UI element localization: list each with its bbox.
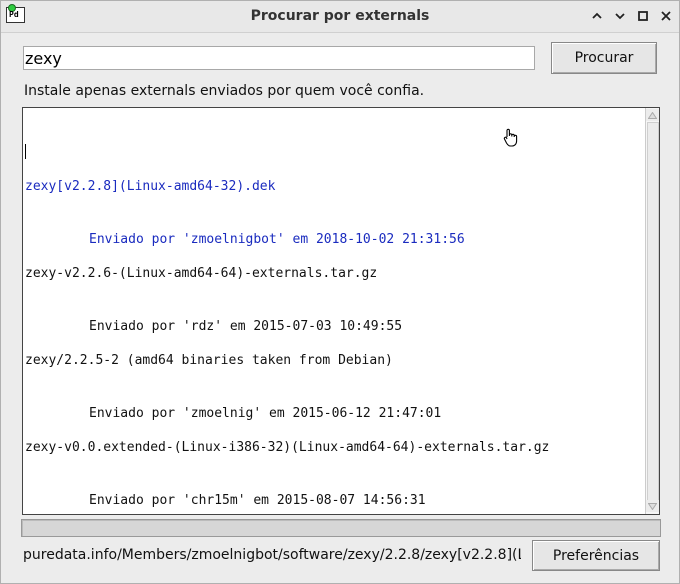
trust-warning-text: Instale apenas externals enviados por qu… (24, 83, 425, 99)
hand-cursor-icon (502, 128, 520, 148)
text-cursor (25, 144, 26, 159)
results-list[interactable]: zexy[v2.2.8](Linux-amd64-32).dek Enviado… (22, 107, 660, 515)
results-list-content: zexy[v2.2.8](Linux-amd64-32).dek Enviado… (25, 108, 643, 508)
results-scrollbar[interactable] (645, 108, 659, 514)
status-url: puredata.info/Members/zmoelnigbot/softwa… (23, 547, 521, 563)
scroll-thumb[interactable] (647, 122, 659, 502)
scroll-down-arrow-icon[interactable] (646, 500, 659, 512)
close-icon[interactable] (657, 7, 675, 25)
result-item[interactable]: zexy[v2.2.8](Linux-amd64-32).dek Enviado… (25, 143, 643, 247)
maximize-icon[interactable] (634, 7, 652, 25)
search-input[interactable] (23, 46, 535, 70)
window-title: Procurar por externals (250, 8, 430, 24)
download-progress-bar (21, 519, 661, 537)
external-search-window: Pd Procurar por externals Procurar Insta… (0, 0, 680, 584)
result-name: zexy/2.2.5-2 (amd64 binaries taken from … (25, 353, 393, 368)
preferences-button[interactable]: Preferências (532, 540, 660, 571)
chevron-up-icon[interactable] (588, 7, 606, 25)
result-name: zexy[v2.2.8](Linux-amd64-32).dek (25, 179, 276, 194)
chevron-down-icon[interactable] (611, 7, 629, 25)
scroll-up-arrow-icon[interactable] (646, 109, 659, 121)
result-name: zexy-v2.2.6-(Linux-amd64-64)-externals.t… (25, 266, 378, 281)
title-bar[interactable]: Pd Procurar por externals (1, 1, 679, 33)
search-button[interactable]: Procurar (551, 42, 657, 74)
result-name: zexy-v0.0.extended-(Linux-i386-32)(Linux… (25, 440, 550, 455)
result-upload-info: Enviado por 'chr15m' em 2015-08-07 14:56… (89, 492, 426, 508)
